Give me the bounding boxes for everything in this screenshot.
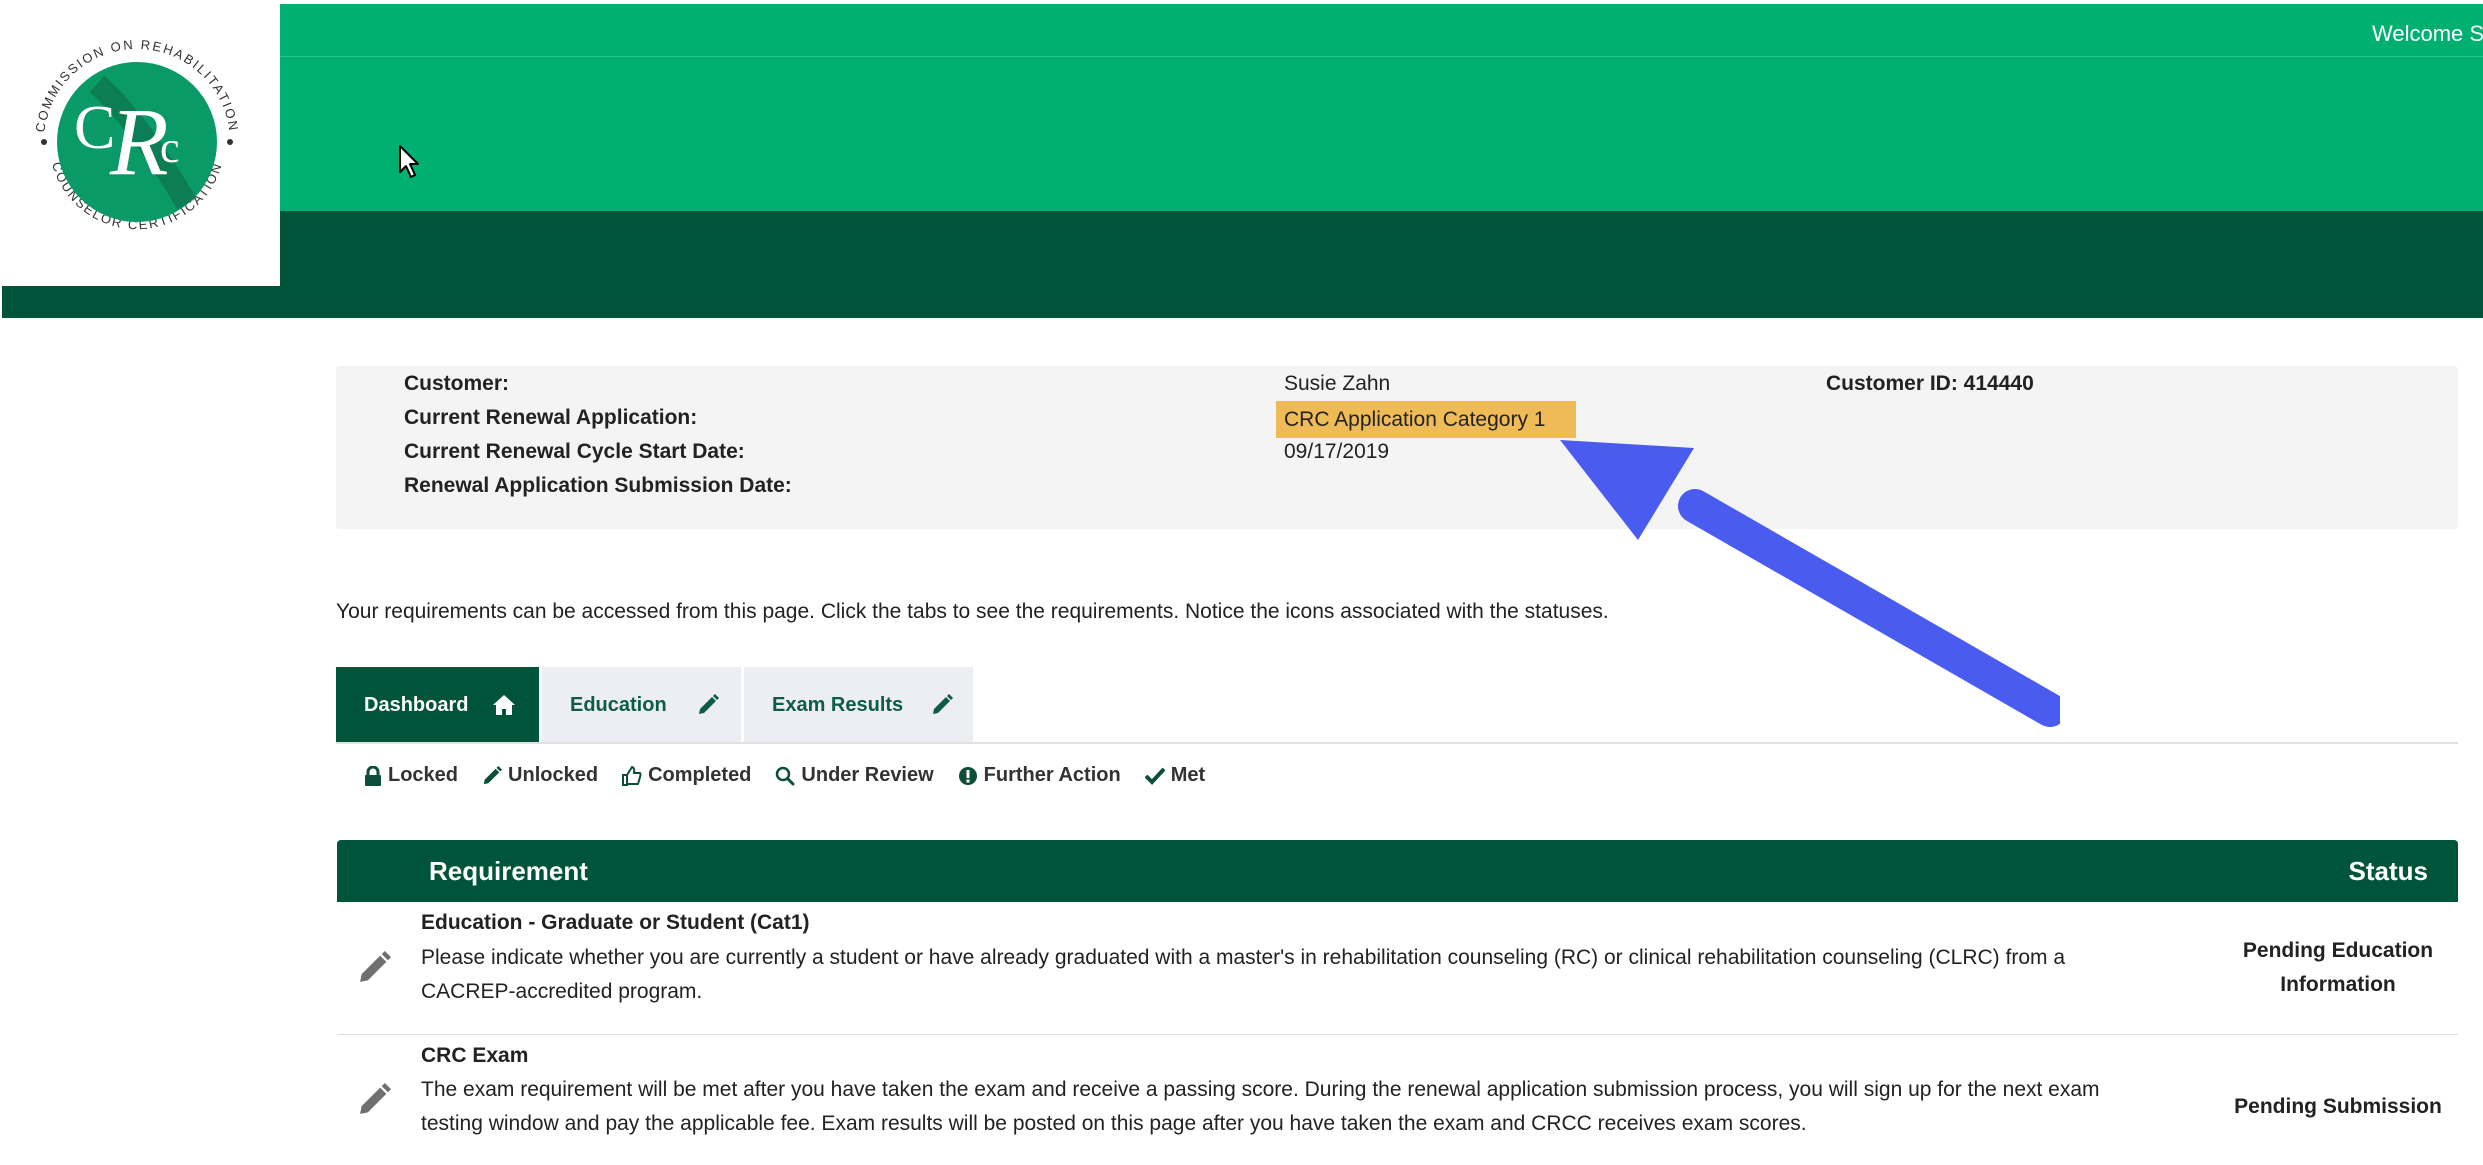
pencil-icon: [483, 765, 503, 784]
customer-label: Customer:: [404, 372, 510, 395]
legend-completed: Completed: [622, 764, 751, 787]
customer-id: Customer ID: 414440: [1826, 372, 2034, 395]
crc-seal-icon: COMMISSION ON REHABILITATION COUNSELOR C…: [32, 37, 240, 243]
requirement-title: CRC Exam: [421, 1044, 529, 1067]
requirement-description: Please indicate whether you are currentl…: [421, 946, 2066, 1003]
header-top-band: [280, 4, 2483, 57]
search-icon: [776, 766, 795, 785]
legend-further-action: Further Action: [958, 764, 1121, 787]
header-banner: [280, 57, 2483, 211]
table-row[interactable]: Education - Graduate or Student (Cat1) P…: [337, 902, 2458, 1035]
requirement-description: The exam requirement will be met after y…: [421, 1078, 2100, 1135]
cycle-start-date: 09/17/2019: [1284, 440, 1390, 463]
table-row[interactable]: CRC Exam The exam requirement will be me…: [337, 1035, 2458, 1165]
legend-locked: Locked: [364, 764, 458, 787]
annotation-arrow-icon: [1560, 430, 2067, 735]
tab-education-label: Education: [570, 693, 667, 716]
renewal-application-value: CRC Application Category 1: [1276, 401, 1576, 438]
svg-text:c: c: [160, 123, 180, 172]
tab-education[interactable]: Education: [542, 667, 741, 743]
requirement-column-header: Requirement: [429, 856, 588, 886]
tab-dashboard-label: Dashboard: [364, 693, 469, 716]
status-legend: Locked Unlocked Completed Under Review F…: [364, 764, 1229, 787]
submission-date-label: Renewal Application Submission Date:: [404, 474, 792, 497]
requirements-table: Requirement Status Education - Graduate …: [337, 840, 2458, 1165]
check-icon: [1144, 767, 1165, 785]
header-nav-band-left: [2, 286, 280, 318]
requirement-status: Pending Submission: [2234, 1095, 2442, 1118]
cycle-start-label: Current Renewal Cycle Start Date:: [404, 440, 745, 463]
renewal-application-label: Current Renewal Application:: [404, 406, 698, 429]
table-header: Requirement Status: [337, 840, 2458, 902]
welcome-text[interactable]: Welcome S: [2372, 21, 2483, 47]
legend-under-review: Under Review: [775, 764, 934, 787]
pencil-icon[interactable]: [357, 1083, 391, 1122]
legend-unlocked: Unlocked: [482, 764, 598, 787]
requirement-status: Pending Education Information: [2242, 939, 2434, 996]
home-icon: [492, 694, 516, 716]
legend-met: Met: [1144, 764, 1205, 787]
thumbs-up-icon: [622, 765, 642, 786]
pencil-icon[interactable]: [357, 951, 391, 990]
tab-exam-results[interactable]: Exam Results: [744, 667, 973, 743]
intro-text: Your requirements can be accessed from t…: [336, 600, 1609, 623]
pencil-icon: [931, 694, 954, 716]
tabs-divider: [336, 742, 2458, 744]
customer-name: Susie Zahn: [1284, 372, 1391, 395]
crc-logo: COMMISSION ON REHABILITATION COUNSELOR C…: [2, 4, 280, 286]
requirement-title: Education - Graduate or Student (Cat1): [421, 911, 810, 934]
tab-dashboard[interactable]: Dashboard: [336, 667, 539, 743]
tab-exam-results-label: Exam Results: [772, 693, 904, 716]
pencil-icon: [697, 694, 719, 716]
mouse-cursor-icon: [398, 144, 422, 185]
lock-icon: [365, 765, 381, 786]
exclamation-circle-icon: [958, 766, 977, 785]
status-column-header: Status: [2348, 856, 2428, 886]
header-nav-band: [280, 211, 2483, 318]
